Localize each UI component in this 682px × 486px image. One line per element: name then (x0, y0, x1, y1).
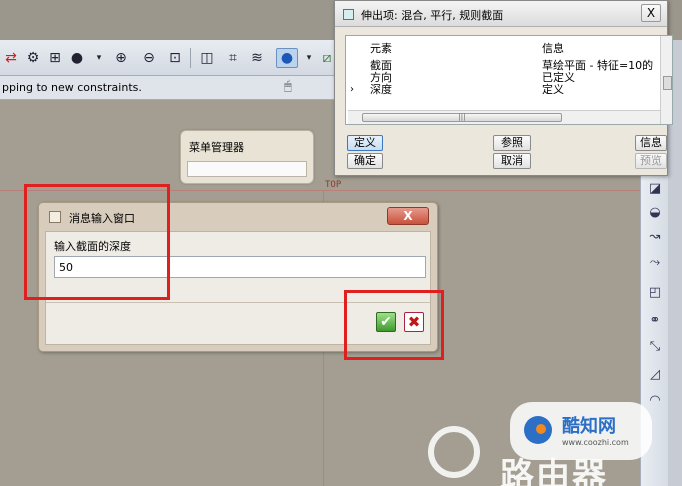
view-mode-icon[interactable]: ● (276, 48, 298, 68)
datum-axis-icon[interactable]: ⌗ (222, 48, 244, 68)
element-table: 元素 信息 截面 草绘平面 - 特征=10的 方向 已定义 › 深度 定义 ||… (345, 35, 673, 125)
extrude-icon[interactable]: ◪ (645, 178, 665, 198)
cancel-button[interactable]: 取消 (493, 153, 531, 169)
define-button[interactable]: 定义 (347, 135, 383, 151)
current-row-arrow-icon: › (350, 84, 354, 95)
menu-manager-list[interactable] (187, 161, 307, 177)
feature-dialog-title: 伸出项: 混合, 平行, 规则截面 (361, 9, 504, 22)
watermark-url: www.coozhi.com (562, 438, 629, 447)
refit-icon[interactable]: ⊡ (164, 48, 186, 68)
annotation-box-buttons (344, 290, 444, 360)
table-row[interactable]: › 深度 定义 (346, 83, 672, 96)
draft-icon[interactable]: ◿ (645, 364, 665, 384)
feature-dialog-titlebar[interactable]: 伸出项: 混合, 平行, 规则截面 X (335, 1, 667, 27)
row-element: 深度 (370, 83, 392, 96)
vertical-scroll-thumb[interactable] (663, 76, 672, 90)
menu-manager-panel: 菜单管理器 (180, 130, 314, 184)
status-message: pping to new constraints. (2, 81, 142, 94)
row-info: 定义 (542, 83, 564, 96)
dropdown-arrow-icon[interactable]: ▾ (88, 48, 110, 68)
blend-icon[interactable]: ⤳ (645, 252, 665, 272)
toolbar-separator (190, 48, 191, 68)
annotation-box-prompt (24, 184, 170, 300)
vertical-scrollbar[interactable] (660, 36, 672, 124)
reorient-icon[interactable]: ◫ (196, 48, 218, 68)
datum-label-top: TOP (325, 180, 342, 190)
menu-manager-title: 菜单管理器 (189, 141, 244, 154)
mouse-icon: 🖱 (284, 79, 292, 94)
zoom-in-icon[interactable]: ⊕ (110, 48, 132, 68)
round-icon[interactable]: ◠ (645, 390, 665, 410)
column-header-info: 信息 (542, 42, 564, 55)
layers-icon[interactable]: ≋ (246, 48, 268, 68)
watermark-logo-icon (428, 426, 480, 478)
main-toolbar: ⇄ ⚙ ⊞ ● ▾ ⊕ ⊖ ⊡ ◫ ⌗ ≋ ● ▾ ⧄ (0, 40, 340, 76)
reference-button[interactable]: 参照 (493, 135, 531, 151)
table-row[interactable]: 方向 已定义 (346, 72, 672, 84)
feature-dialog-close-button[interactable]: X (641, 4, 661, 22)
info-button[interactable]: 信息 (635, 135, 667, 151)
message-area: pping to new constraints. 🖱 (0, 76, 340, 100)
constraint-icon[interactable]: ⇄ (0, 48, 22, 68)
table-row[interactable]: 截面 草绘平面 - 特征=10的 (346, 60, 672, 72)
preview-button[interactable]: 预览 (635, 153, 667, 169)
shell-icon[interactable]: ⚭ (645, 310, 665, 330)
sweep-icon[interactable]: ↝ (645, 226, 665, 246)
watermark-brand-text: 酷知网 (562, 416, 616, 437)
confirm-button[interactable]: 确定 (347, 153, 383, 169)
input-dialog-close-button[interactable]: X (387, 207, 429, 225)
layer-tree-icon[interactable]: ⚙ (22, 48, 44, 68)
window-icon (343, 9, 354, 20)
watermark-brand-dot (536, 424, 546, 434)
rib-icon[interactable]: ⤡ (645, 336, 665, 356)
revolve-icon[interactable]: ◒ (645, 202, 665, 222)
appearance-sphere-icon[interactable]: ● (66, 48, 88, 68)
zoom-out-icon[interactable]: ⊖ (138, 48, 160, 68)
horizontal-scrollbar[interactable]: ||| (348, 110, 660, 124)
watermark-big-text: 路由器 (500, 456, 608, 486)
column-header-element: 元素 (370, 42, 392, 55)
hole-icon[interactable]: ◰ (645, 282, 665, 302)
feature-definition-dialog: 伸出项: 混合, 平行, 规则截面 X 元素 信息 截面 草绘平面 - 特征=1… (334, 0, 673, 176)
scroll-thumb[interactable]: ||| (362, 113, 562, 122)
shading-icon[interactable]: ⊞ (44, 48, 66, 68)
